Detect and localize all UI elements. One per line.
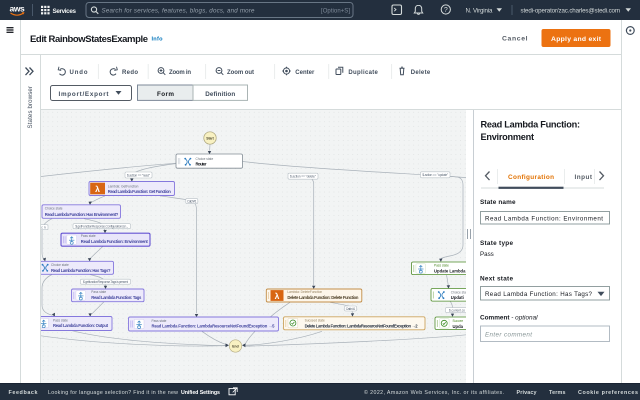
svg-text:Succeed state: Succeed state: [305, 319, 325, 323]
svg-text:Pass: Pass: [480, 251, 494, 258]
svg-text:Catch #1: Catch #1: [187, 199, 197, 203]
svg-text:Upda: Upda: [453, 324, 464, 329]
svg-text:Read Lambda Function: Has Tags: Read Lambda Function: Has Tags?: [51, 268, 111, 273]
svg-text:State name: State name: [480, 199, 516, 206]
svg-text:Redo: Redo: [122, 70, 138, 76]
svg-text:Apply and exit: Apply and exit: [551, 36, 602, 43]
svg-text:Lambda: GetFunction: Lambda: GetFunction: [108, 184, 139, 188]
svg-text:$.current.co: $.current.co: [449, 308, 465, 312]
svg-text:Choice state: Choice state: [45, 207, 63, 211]
svg-text:Privacy: Privacy: [517, 390, 537, 396]
svg-text:Start: Start: [206, 137, 214, 141]
svg-text:Choice state: Choice state: [51, 263, 69, 267]
svg-text:Choice stat: Choice stat: [451, 290, 466, 294]
svg-text:Lambda: DeleteFunction: Lambda: DeleteFunction: [287, 290, 322, 294]
svg-text:Input: Input: [575, 174, 593, 181]
svg-text:$.getFunctionResponse.Configur: $.getFunctionResponse.Configuration.En..…: [75, 225, 128, 229]
svg-text:Read Lambda Function: Has Envi: Read Lambda Function: Has Environment?: [45, 212, 119, 217]
svg-text:$.action == "update": $.action == "update": [422, 173, 449, 177]
svg-text:Unified Settings: Unified Settings: [181, 390, 220, 396]
svg-text:Cancel: Cancel: [502, 36, 528, 43]
svg-text:Read Lambda Function: Has Tags: Read Lambda Function: Has Tags?: [485, 291, 593, 298]
svg-text:Enter comment: Enter comment: [485, 332, 532, 339]
svg-text:Choice state: Choice state: [196, 157, 214, 161]
svg-text:aws: aws: [10, 4, 26, 14]
svg-text:Router: Router: [196, 161, 207, 166]
svg-text:Succee: Succee: [453, 319, 464, 323]
svg-text:Pass state: Pass state: [91, 290, 106, 294]
svg-text:[Option+S]: [Option+S]: [321, 9, 350, 15]
svg-text:Pass state: Pass state: [81, 234, 96, 238]
svg-text:stedi-operator/zac.charles@ste: stedi-operator/zac.charles@stedi.com: [521, 7, 621, 14]
svg-text:N. Virginia: N. Virginia: [466, 7, 494, 14]
svg-text:$.getfunctionResponse.Tags is: $.getfunctionResponse.Tags is present: [83, 280, 128, 284]
svg-text:Comment - optional: Comment - optional: [480, 315, 538, 322]
svg-text:Undo: Undo: [70, 70, 88, 76]
svg-text:End: End: [232, 345, 239, 349]
svg-text:Updati: Updati: [451, 295, 464, 300]
svg-text:Read Lambda Function: Get Func: Read Lambda Function: Get Function: [108, 189, 171, 194]
svg-text:Terms: Terms: [549, 390, 566, 396]
svg-text:Edit RainbowStatesExample: Edit RainbowStatesExample: [30, 34, 148, 45]
svg-text:Pass state: Pass state: [152, 319, 167, 323]
svg-text:Configuration: Configuration: [508, 174, 554, 181]
svg-text:States browser: States browser: [27, 86, 34, 129]
svg-text:Catch #1: Catch #1: [346, 307, 356, 311]
svg-text:Looking for language selection: Looking for language selection? Find it …: [48, 390, 178, 396]
svg-text:Environment: Environment: [481, 132, 535, 142]
svg-text:Services: Services: [53, 8, 77, 15]
svg-text:Next state: Next state: [480, 276, 513, 283]
svg-text:?: ?: [444, 7, 448, 14]
svg-text:Form: Form: [157, 91, 174, 98]
svg-text:Delete Lambda Function: Delete: Delete Lambda Function: Delete Function: [287, 295, 358, 300]
svg-text:Zoom in: Zoom in: [169, 70, 191, 76]
svg-text:Import/Export: Import/Export: [59, 91, 110, 98]
svg-text:Read Lambda Function: Tags: Read Lambda Function: Tags: [91, 295, 142, 300]
svg-text:Definition: Definition: [205, 91, 235, 98]
svg-text:Duplicate: Duplicate: [348, 70, 378, 76]
svg-text:Read Lambda Function: LambdaRe: Read Lambda Function: LambdaResourceNotF…: [152, 324, 276, 329]
svg-text:$.action == "delete": $.action == "delete": [290, 175, 317, 179]
svg-text:Feedback: Feedback: [9, 390, 38, 396]
svg-text:Cookie preferences: Cookie preferences: [578, 390, 638, 396]
svg-text:© 2022, Amazon Web Services, I: © 2022, Amazon Web Services, Inc. or its…: [364, 389, 504, 396]
svg-text:Delete: Delete: [411, 70, 431, 76]
svg-text:Zoom out: Zoom out: [227, 70, 254, 76]
svg-text:State type: State type: [480, 240, 513, 247]
svg-text:Info: Info: [152, 37, 164, 43]
svg-text:Search for services, features,: Search for services, features, blogs, do…: [102, 8, 256, 15]
svg-text:Pass state: Pass state: [434, 264, 449, 268]
svg-text:Pass state: Pass state: [53, 318, 68, 322]
svg-text:Update Lambda Fu: Update Lambda Fu: [434, 269, 466, 274]
svg-text:Read Lambda Function: Environm: Read Lambda Function: Environment: [81, 239, 149, 244]
svg-text:Delete Lambda Function: Lambda: Delete Lambda Function: LambdaResourceNo…: [305, 324, 419, 329]
svg-text:Center: Center: [295, 70, 315, 76]
svg-text:ack: ack: [41, 226, 46, 230]
svg-text:$.action == "read": $.action == "read": [127, 173, 151, 177]
svg-text:Read Lambda Function:: Read Lambda Function:: [481, 120, 581, 130]
svg-text:Read Lambda Function: Environm: Read Lambda Function: Environment: [485, 216, 603, 223]
svg-text:Read Lambda Function: Output: Read Lambda Function: Output: [53, 323, 109, 328]
